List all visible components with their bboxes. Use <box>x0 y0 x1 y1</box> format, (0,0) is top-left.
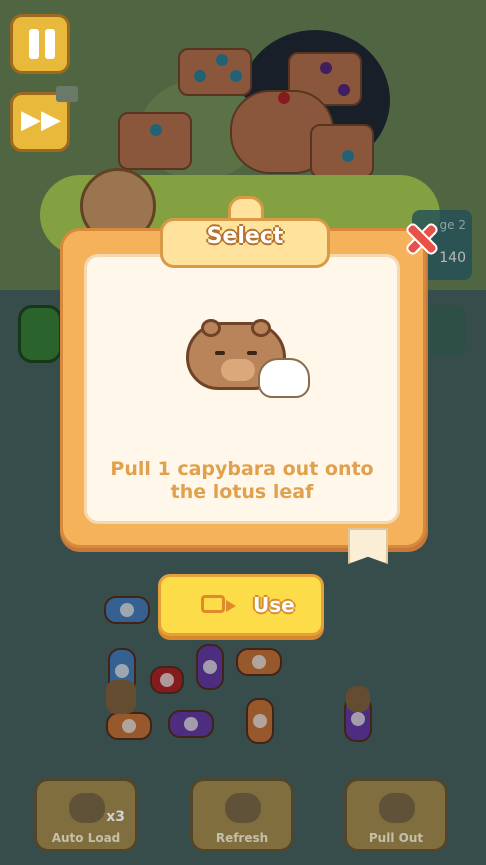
fast-forward-icon: ▶▶ <box>21 105 61 135</box>
pull-out-button[interactable]: Pull Out <box>344 778 448 852</box>
capybara-snout <box>221 359 255 381</box>
capybara-icon <box>379 793 415 823</box>
popup-title: Select <box>206 224 284 249</box>
pause-icon <box>29 29 39 59</box>
video-icon <box>201 595 236 613</box>
pause-button[interactable] <box>10 14 70 74</box>
refresh-label: Refresh <box>215 831 269 845</box>
video-icon <box>56 86 78 102</box>
capybara-eye <box>215 351 225 355</box>
pull-out-label: Pull Out <box>368 831 424 845</box>
use-button-label: Use <box>253 593 295 617</box>
use-button[interactable]: Use <box>158 574 324 636</box>
auto-load-count: x3 <box>106 809 125 825</box>
refresh-button[interactable]: Refresh <box>190 778 294 852</box>
capybara-ear <box>251 319 271 337</box>
hand-pointer-icon <box>258 358 310 398</box>
refresh-icon <box>225 793 261 823</box>
instruction-text: Pull 1 capybara out onto the lotus leaf <box>110 458 374 503</box>
auto-load-label: Auto Load <box>51 831 121 845</box>
capybara-icon <box>69 793 105 823</box>
auto-load-button[interactable]: x3 Auto Load <box>34 778 138 852</box>
capybara-ear <box>201 319 221 337</box>
close-button[interactable] <box>400 218 442 260</box>
capybara-eye <box>247 351 257 355</box>
